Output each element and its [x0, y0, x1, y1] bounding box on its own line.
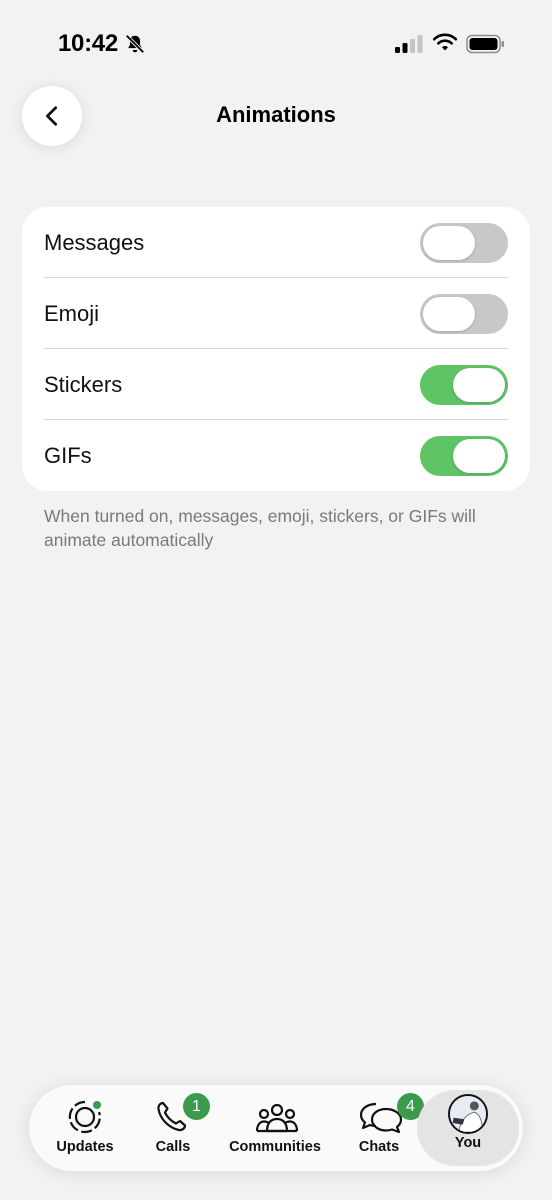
toggle-knob — [453, 438, 505, 473]
messages-toggle[interactable] — [420, 222, 508, 263]
footer-note: When turned on, messages, emoji, sticker… — [44, 506, 476, 550]
battery-icon — [466, 34, 504, 54]
status-time: 10:42 — [58, 30, 118, 57]
tab-label: Calls — [155, 1139, 191, 1155]
status-bar: 10:42 — [0, 0, 552, 90]
screen: 10:42 Animations Messages Emoji Stickers… — [0, 0, 552, 1200]
toggle-knob — [423, 296, 475, 331]
communities-icon — [255, 1099, 299, 1135]
tab-bar: Updates 1 Calls Communities 4 Chats You — [29, 1085, 523, 1171]
toggle-knob — [423, 225, 475, 260]
tab-label: You — [454, 1135, 482, 1151]
emoji-toggle[interactable] — [420, 293, 508, 334]
setting-row-emoji: Emoji — [22, 278, 530, 349]
tab-you[interactable]: You — [417, 1090, 519, 1166]
tab-you-icon — [448, 1094, 488, 1134]
setting-label: Emoji — [44, 300, 100, 326]
bell-slash-icon — [125, 34, 145, 54]
settings-card: Messages Emoji Stickers GIFs — [22, 207, 530, 491]
setting-row-messages: Messages — [22, 207, 530, 278]
tab-communities[interactable]: Communities — [225, 1085, 325, 1171]
gifs-toggle[interactable] — [420, 435, 508, 476]
setting-label: GIFs — [44, 442, 92, 468]
tab-updates[interactable]: Updates — [49, 1085, 121, 1171]
setting-label: Stickers — [44, 371, 123, 397]
tab-calls[interactable]: 1 Calls — [137, 1085, 210, 1171]
calls-badge: 1 — [183, 1093, 210, 1120]
tab-label: Updates — [56, 1139, 114, 1155]
tab-label: Chats — [358, 1139, 400, 1155]
setting-row-gifs: GIFs — [22, 420, 530, 491]
page-title: Animations — [216, 102, 336, 127]
setting-label: Messages — [44, 229, 145, 255]
setting-row-stickers: Stickers — [22, 349, 530, 420]
updates-icon — [65, 1099, 105, 1135]
avatar — [448, 1094, 488, 1134]
phone-icon: 1 — [153, 1093, 210, 1135]
wifi-icon — [432, 33, 458, 51]
chats-icon: 4 — [359, 1093, 424, 1135]
signal-icon — [395, 35, 423, 53]
tab-chats[interactable]: 4 Chats — [343, 1085, 424, 1171]
tab-label: Communities — [229, 1139, 321, 1155]
toggle-knob — [453, 367, 505, 402]
stickers-toggle[interactable] — [420, 364, 508, 405]
